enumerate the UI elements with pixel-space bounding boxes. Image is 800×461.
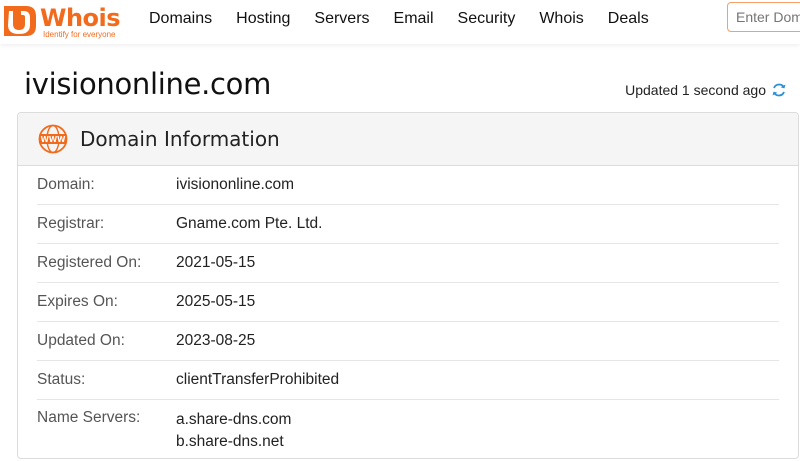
- domain-info-table: Domain: ivisiononline.com Registrar: Gna…: [18, 166, 798, 453]
- row-label: Status:: [37, 371, 86, 388]
- domain-search-input[interactable]: [727, 2, 800, 32]
- row-value: 2025-05-15: [176, 293, 256, 310]
- row-expires-on: Expires On: 2025-05-15: [37, 283, 779, 322]
- row-status: Status: clientTransferProhibited: [37, 361, 779, 400]
- domain-info-header: WWW Domain Information: [18, 113, 798, 166]
- nav-servers[interactable]: Servers: [314, 9, 369, 29]
- row-label: Updated On:: [37, 332, 125, 349]
- row-name-servers: Name Servers: a.share-dns.com b.share-dn…: [37, 400, 779, 453]
- nav-deals[interactable]: Deals: [608, 9, 649, 29]
- nav-whois[interactable]: Whois: [539, 9, 583, 29]
- page-title: ivisiononline.com: [24, 67, 272, 101]
- nav-domains[interactable]: Domains: [149, 9, 212, 29]
- row-label: Domain:: [37, 176, 95, 193]
- row-value: 2021-05-15: [176, 254, 256, 271]
- main-nav: Domains Hosting Servers Email Security W…: [149, 9, 673, 29]
- whois-logo-icon: [4, 6, 36, 36]
- name-server: b.share-dns.net: [176, 433, 284, 450]
- logo-tagline: Identify for everyone: [43, 30, 116, 39]
- name-server: a.share-dns.com: [176, 411, 292, 428]
- row-registrar: Registrar: Gname.com Pte. Ltd.: [37, 205, 779, 244]
- nav-email[interactable]: Email: [394, 9, 434, 29]
- name-server-list: a.share-dns.com b.share-dns.net: [176, 409, 291, 453]
- row-value: clientTransferProhibited: [176, 371, 340, 388]
- row-label: Expires On:: [37, 293, 118, 310]
- updated-status: Updated 1 second ago: [625, 82, 787, 98]
- row-value: ivisiononline.com: [176, 176, 295, 193]
- whois-logo[interactable]: Whois Identify for everyone: [0, 2, 130, 42]
- row-value: Gname.com Pte. Ltd.: [176, 215, 323, 232]
- card-title: Domain Information: [80, 127, 280, 151]
- domain-info-card: WWW Domain Information Domain: ivisionon…: [17, 112, 799, 459]
- row-registered-on: Registered On: 2021-05-15: [37, 244, 779, 283]
- row-domain: Domain: ivisiononline.com: [37, 166, 779, 205]
- row-label: Registrar:: [37, 215, 105, 232]
- row-label: Name Servers:: [37, 409, 141, 426]
- row-label: Registered On:: [37, 254, 142, 271]
- refresh-icon[interactable]: [771, 82, 787, 98]
- svg-text:WWW: WWW: [41, 135, 67, 144]
- logo-wordmark: Whois: [40, 4, 121, 32]
- row-updated-on: Updated On: 2023-08-25: [37, 322, 779, 361]
- row-value: 2023-08-25: [176, 332, 256, 349]
- nav-hosting[interactable]: Hosting: [236, 9, 290, 29]
- updated-text: Updated 1 second ago: [625, 82, 766, 98]
- www-icon: WWW: [38, 124, 68, 154]
- nav-security[interactable]: Security: [458, 9, 516, 29]
- top-header: Whois Identify for everyone Domains Host…: [0, 0, 800, 44]
